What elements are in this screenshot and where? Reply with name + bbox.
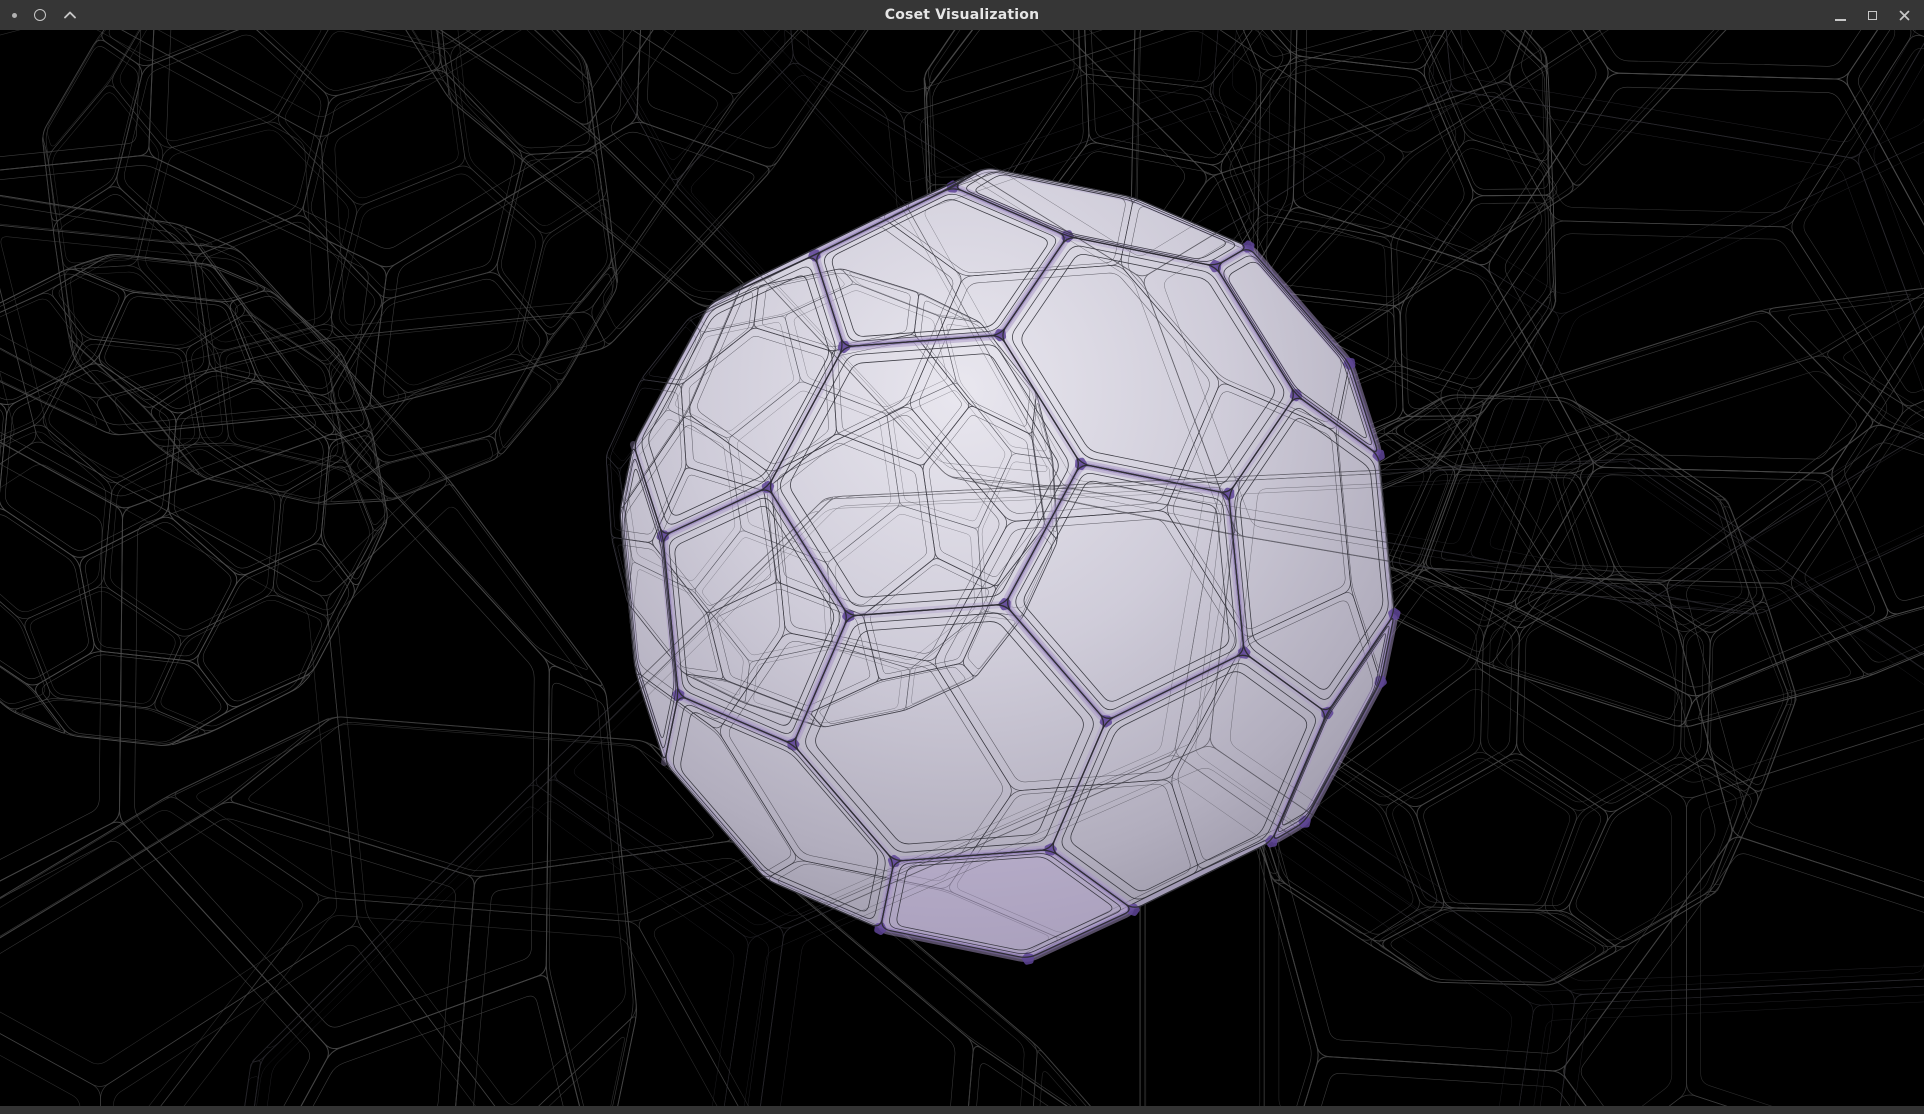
coset-3d-canvas[interactable] (0, 30, 1924, 1106)
titlebar-left-icons (12, 0, 77, 30)
dot-indicator-icon (12, 13, 17, 18)
minimize-icon (1835, 19, 1846, 21)
titlebar[interactable]: Coset Visualization (0, 0, 1924, 30)
maximize-button[interactable] (1860, 3, 1884, 27)
visualization-viewport[interactable] (0, 30, 1924, 1106)
close-button[interactable] (1892, 3, 1916, 27)
chevron-up-icon[interactable] (63, 10, 77, 20)
window-title: Coset Visualization (885, 7, 1040, 23)
close-icon (1898, 9, 1911, 22)
app-window: Coset Visualization (0, 0, 1924, 1114)
window-bottom-frame (0, 1106, 1924, 1114)
maximize-icon (1868, 11, 1877, 20)
window-controls (1828, 0, 1916, 30)
minimize-button[interactable] (1828, 3, 1852, 27)
circle-icon[interactable] (34, 9, 46, 21)
